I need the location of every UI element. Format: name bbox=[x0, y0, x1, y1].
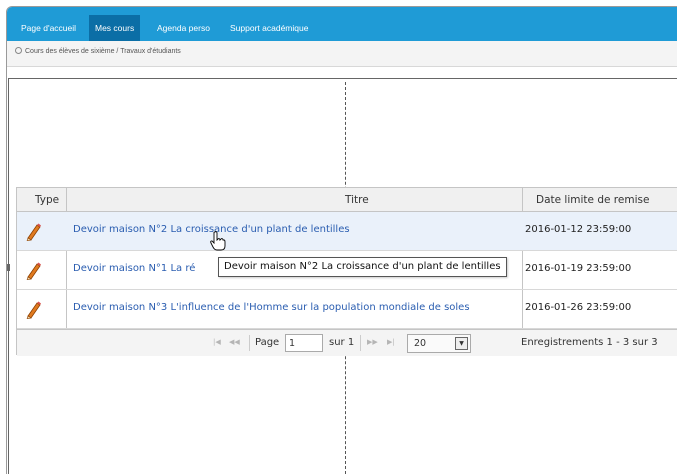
pager-separator bbox=[249, 335, 250, 351]
due-date: 2016-01-19 23:59:00 bbox=[525, 263, 632, 274]
page-label: Page bbox=[255, 337, 280, 348]
assignment-link[interactable]: Devoir maison N°3 L'influence de l'Homme… bbox=[73, 302, 470, 313]
table-row[interactable]: Devoir maison N°2 La croissance d'un pla… bbox=[17, 212, 677, 251]
hand-cursor-icon bbox=[210, 231, 226, 251]
nav-support[interactable]: Support académique bbox=[224, 15, 314, 41]
nav-agenda[interactable]: Agenda perso bbox=[151, 15, 216, 41]
pencil-icon bbox=[26, 262, 41, 280]
pencil-icon bbox=[26, 223, 41, 241]
pager-separator bbox=[360, 335, 361, 351]
page-number-input[interactable] bbox=[285, 334, 323, 352]
rows-per-page-value: 20 bbox=[414, 338, 427, 349]
rows-per-page-select[interactable]: 20 ▼ bbox=[407, 334, 471, 353]
table-row[interactable]: Devoir maison N°3 L'influence de l'Homme… bbox=[17, 290, 677, 329]
due-date: 2016-01-26 23:59:00 bbox=[525, 302, 632, 313]
nav-home[interactable]: Page d'accueil bbox=[15, 15, 82, 41]
assignment-link[interactable]: Devoir maison N°1 La ré bbox=[73, 263, 195, 274]
last-page-icon[interactable]: ▶| bbox=[387, 338, 395, 346]
table-header: Type Titre Date limite de remise bbox=[17, 188, 677, 212]
column-header-type[interactable]: Type bbox=[35, 188, 59, 212]
home-icon bbox=[15, 47, 22, 54]
first-page-icon[interactable]: |◀ bbox=[213, 338, 221, 346]
breadcrumb-text[interactable]: Cours des élèves de sixième / Travaux d'… bbox=[25, 48, 181, 55]
title-tooltip: Devoir maison N°2 La croissance d'un pla… bbox=[218, 257, 507, 277]
records-count: Enregistrements 1 - 3 sur 3 bbox=[521, 337, 658, 348]
breadcrumb: Cours des élèves de sixième / Travaux d'… bbox=[15, 47, 181, 55]
next-page-icon[interactable]: ▶▶ bbox=[367, 338, 378, 346]
resize-marker bbox=[7, 264, 10, 271]
due-date: 2016-01-12 23:59:00 bbox=[525, 224, 632, 235]
chevron-down-icon[interactable]: ▼ bbox=[455, 337, 468, 350]
pencil-icon bbox=[26, 301, 41, 319]
column-header-date[interactable]: Date limite de remise bbox=[536, 188, 649, 212]
nav-my-courses[interactable]: Mes cours bbox=[89, 15, 141, 41]
page-count-label: sur 1 bbox=[329, 337, 355, 348]
pager: |◀ ◀◀ Page sur 1 ▶▶ ▶| 20 ▼ Enregistreme… bbox=[17, 329, 677, 356]
breadcrumb-bar: Cours des élèves de sixième / Travaux d'… bbox=[7, 41, 677, 67]
previous-page-icon[interactable]: ◀◀ bbox=[229, 338, 240, 346]
column-header-title[interactable]: Titre bbox=[345, 188, 369, 212]
